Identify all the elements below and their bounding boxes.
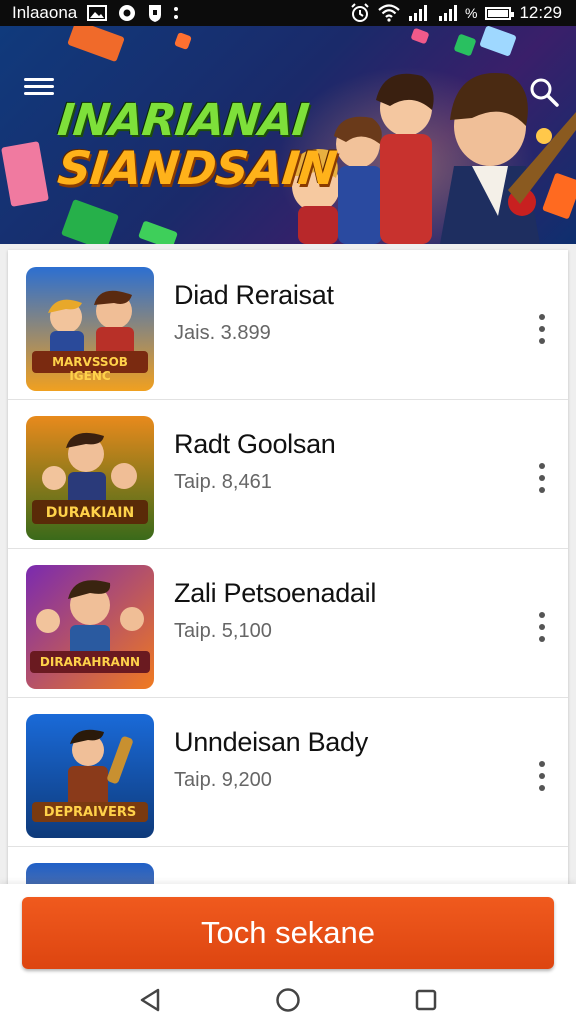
game-thumbnail-label: DEPRAIVERS — [43, 805, 137, 820]
game-thumbnail: DURAKIAIN — [26, 416, 154, 540]
decor-cube — [67, 26, 125, 63]
game-title: Radt Goolsan — [174, 429, 336, 459]
primary-action-button[interactable]: Toch sekane — [22, 897, 554, 969]
game-title: Unndeisan Bady — [174, 727, 368, 757]
more-options-icon[interactable] — [532, 612, 552, 642]
status-bar: Inlaaona % 12:29 — [0, 0, 576, 26]
game-title: Zali Petsoenadail — [174, 578, 377, 608]
more-options-icon[interactable] — [532, 314, 552, 344]
clock: 12:29 — [519, 3, 562, 22]
alarm-icon — [350, 3, 370, 23]
status-left: Inlaaona — [12, 3, 179, 23]
image-notification-icon — [87, 5, 108, 21]
game-meta: Jais. 3.899 — [174, 322, 271, 344]
game-thumbnail: DIRARAHRANN — [26, 565, 154, 689]
record-notification-icon — [117, 3, 137, 23]
notification-app-label: Inlaaona — [12, 3, 78, 22]
game-thumbnail-label: DURAKIAIN — [45, 505, 135, 521]
system-navigation-bar — [0, 976, 576, 1024]
signal-percent-label: % — [465, 5, 478, 21]
more-notifications-icon — [173, 5, 179, 21]
game-list: MARVSSOB IGENC Diad Reraisat Jais. 3.899… — [8, 250, 568, 890]
more-options-icon[interactable] — [532, 761, 552, 791]
more-options-icon[interactable] — [532, 463, 552, 493]
signal-strength-4g-icon: % — [438, 4, 477, 22]
game-meta: Taip. 5,100 — [174, 620, 272, 642]
banner-title-line2: SIANDSAIN — [55, 141, 339, 196]
home-circle-icon[interactable] — [268, 980, 308, 1020]
game-thumbnail-label: DIRARAHRANN — [39, 655, 141, 669]
game-meta: Taip. 9,200 — [174, 769, 272, 791]
game-list-item[interactable]: MARVSSOB IGENC Diad Reraisat Jais. 3.899 — [8, 250, 568, 400]
game-list-item[interactable]: DURAKIAIN Radt Goolsan Taip. 8,461 — [8, 399, 568, 549]
game-list-item[interactable]: DIRARAHRANN Zali Petsoenadail Taip. 5,10… — [8, 548, 568, 698]
promo-banner[interactable]: INARIANAI SIANDSAIN — [0, 26, 576, 244]
back-triangle-icon[interactable] — [130, 980, 170, 1020]
game-thumbnail: DEPRAIVERS — [26, 714, 154, 838]
game-thumbnail-label: MARVSSOB IGENC — [52, 355, 128, 383]
search-icon[interactable] — [528, 76, 560, 108]
banner-title-line1: INARIANAI — [55, 95, 311, 146]
wifi-icon — [378, 4, 400, 22]
game-thumbnail: MARVSSOB IGENC — [26, 267, 154, 391]
security-notification-icon — [147, 3, 163, 23]
status-right: % 12:29 — [350, 3, 562, 23]
battery-fill — [488, 9, 509, 17]
decor-cube — [138, 220, 178, 244]
recents-square-icon[interactable] — [406, 980, 446, 1020]
decor-cube — [1, 141, 49, 207]
decor-cube — [174, 32, 192, 50]
battery-icon — [485, 6, 515, 20]
hamburger-menu-icon[interactable] — [22, 74, 56, 104]
game-meta: Taip. 8,461 — [174, 471, 272, 493]
banner-title: INARIANAI SIANDSAIN — [55, 95, 339, 196]
decor-cube — [60, 198, 120, 244]
signal-strength-icon — [408, 4, 430, 22]
game-title: Diad Reraisat — [174, 280, 334, 310]
game-list-item[interactable]: DEPRAIVERS Unndeisan Bady Taip. 9,200 — [8, 697, 568, 847]
